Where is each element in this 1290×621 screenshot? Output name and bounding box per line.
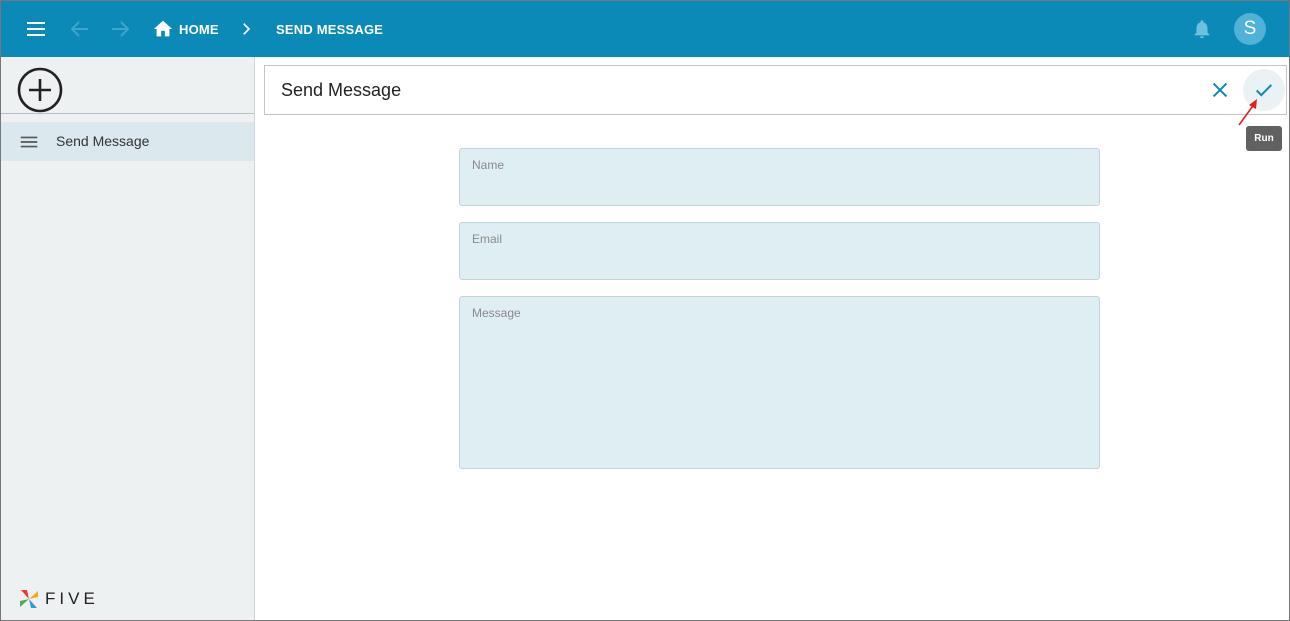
run-tooltip: Run: [1246, 126, 1282, 151]
email-label: Email: [472, 232, 503, 246]
email-input[interactable]: [472, 249, 1087, 273]
sidebar-item-send-message[interactable]: Send Message: [1, 122, 254, 161]
name-label: Name: [472, 158, 505, 172]
close-icon[interactable]: [1209, 79, 1231, 101]
five-logo-icon: [20, 590, 38, 608]
menu-icon[interactable]: [24, 17, 48, 41]
avatar[interactable]: S: [1234, 13, 1266, 45]
breadcrumb-home[interactable]: HOME: [179, 22, 219, 37]
home-icon[interactable]: [152, 18, 174, 40]
name-field[interactable]: Name: [459, 148, 1100, 206]
list-icon: [20, 136, 38, 148]
name-input[interactable]: [472, 175, 1087, 199]
bell-icon[interactable]: [1191, 18, 1213, 40]
five-logo-text: FIVE: [45, 589, 99, 608]
message-field[interactable]: Message: [459, 296, 1100, 469]
form-header: Send Message: [264, 65, 1287, 115]
forward-arrow-icon[interactable]: [108, 17, 132, 41]
sidebar: Send Message FIVE: [1, 57, 255, 620]
message-label: Message: [472, 306, 521, 320]
email-field[interactable]: Email: [459, 222, 1100, 280]
page-title: Send Message: [281, 80, 402, 100]
annotation-arrow-icon: [1238, 99, 1257, 126]
sidebar-divider: [1, 113, 254, 114]
app-window: HOME SEND MESSAGE S Send Message FIVE Se…: [0, 0, 1290, 621]
breadcrumb-current: SEND MESSAGE: [276, 22, 384, 37]
chevron-right-icon: [243, 23, 251, 35]
message-input[interactable]: [472, 323, 1087, 461]
sidebar-item-label: Send Message: [56, 133, 150, 149]
top-bar: HOME SEND MESSAGE S: [1, 1, 1289, 57]
add-circle-icon[interactable]: [16, 66, 64, 114]
back-arrow-icon[interactable]: [68, 17, 92, 41]
